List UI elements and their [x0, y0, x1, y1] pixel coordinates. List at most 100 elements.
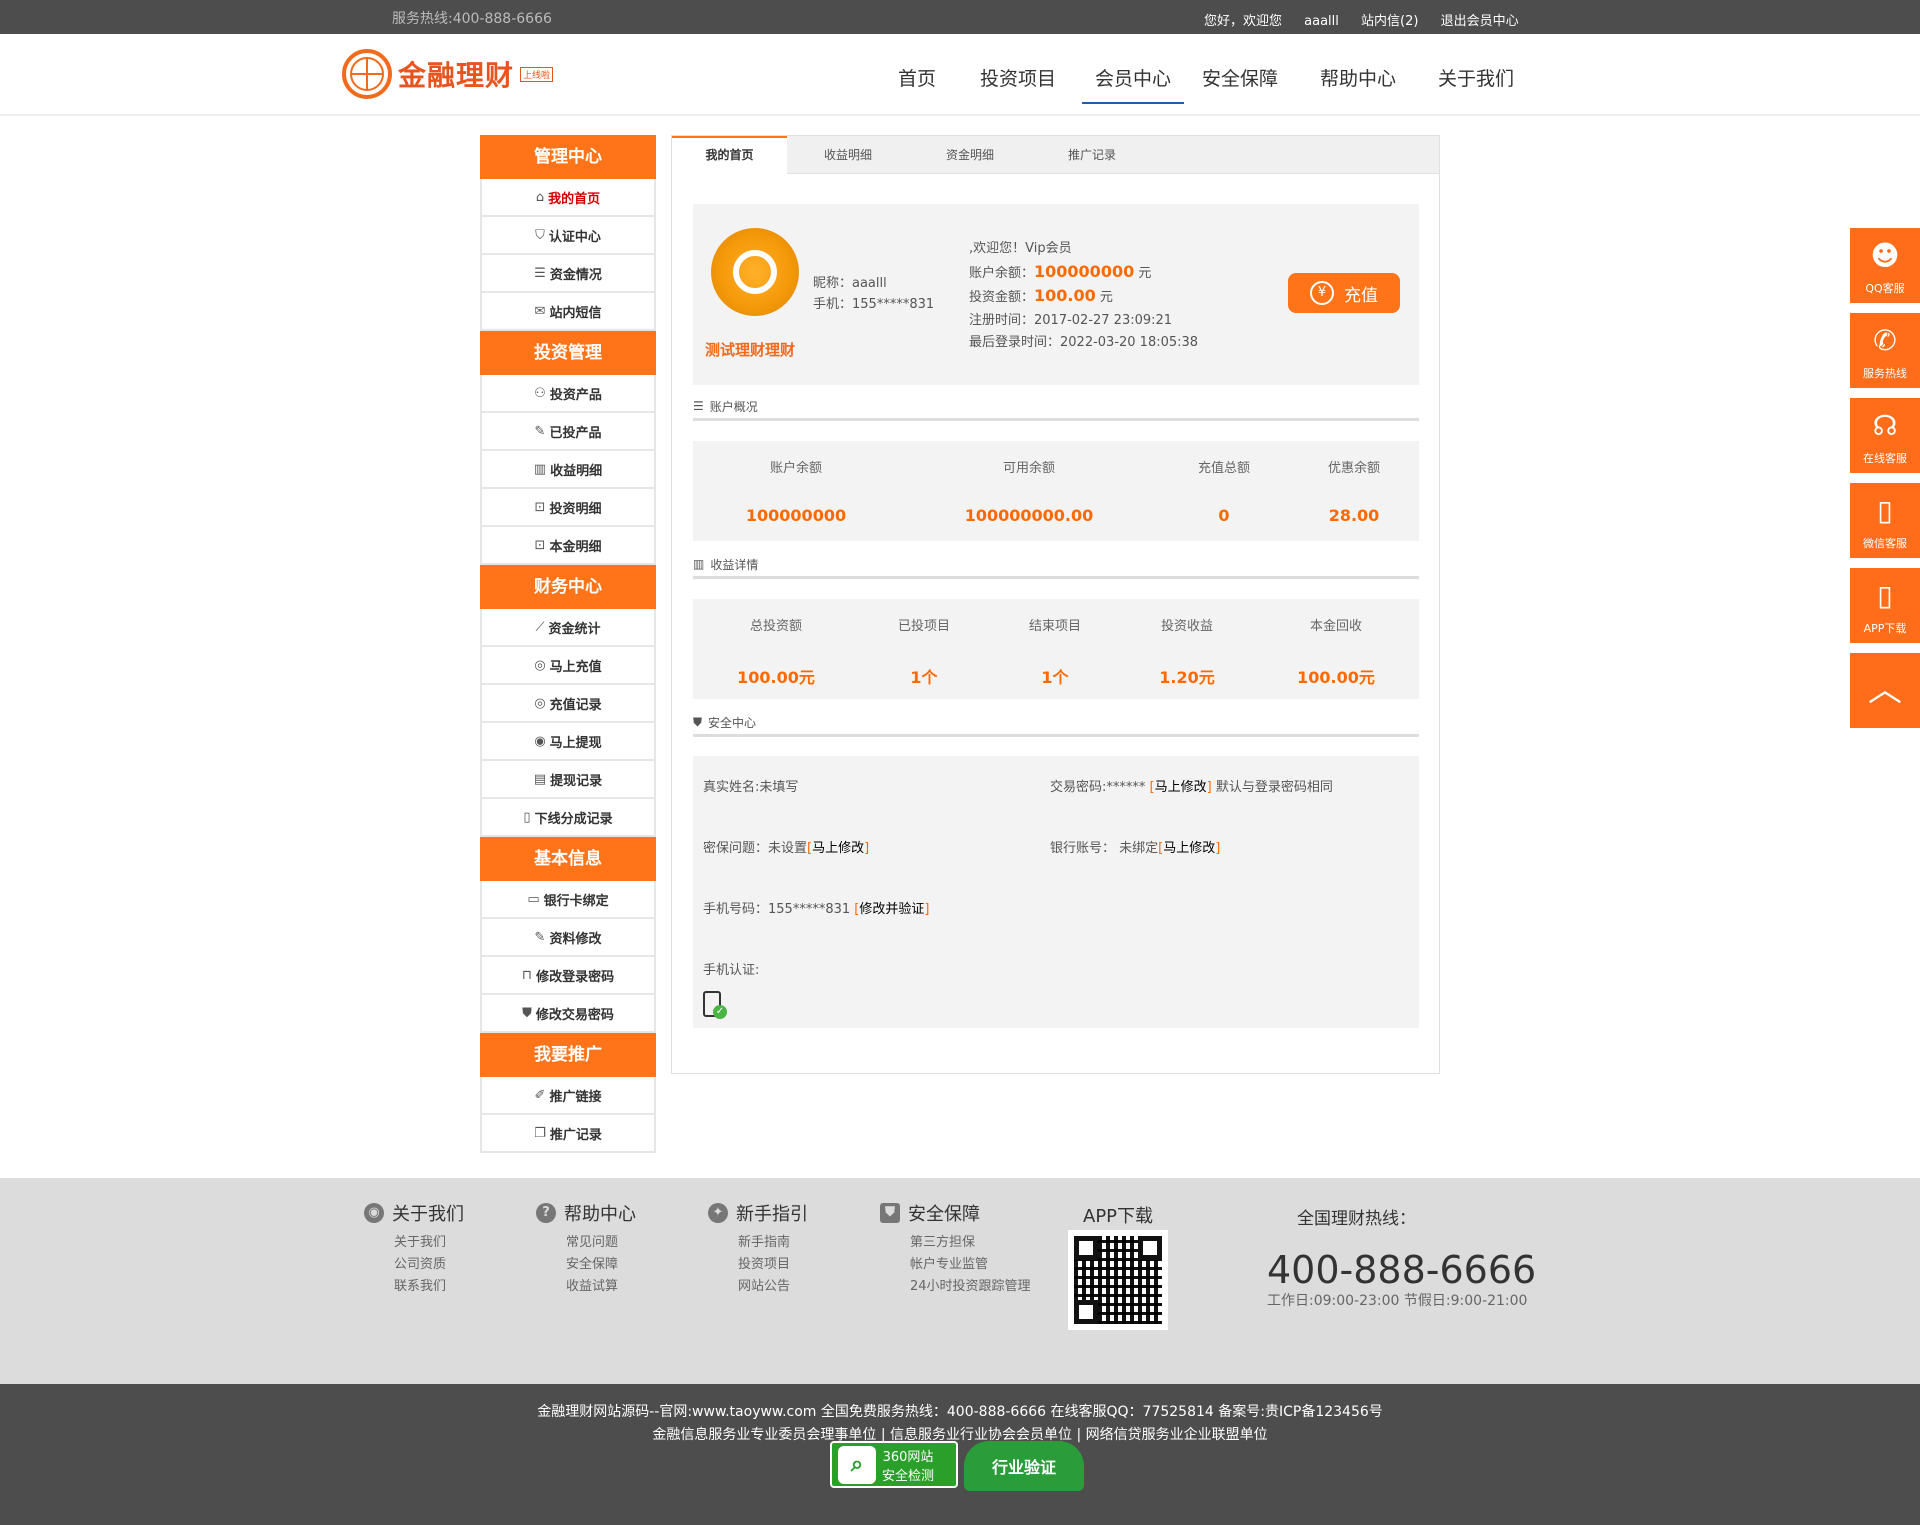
card-icon: ▭	[527, 891, 540, 907]
sidebar-item-promo-link[interactable]: ✐ 推广链接	[480, 1077, 656, 1115]
question-edit-link[interactable]: 马上修改	[812, 841, 864, 856]
sidebar-item-label: 推广链接	[549, 1089, 602, 1105]
float-wechat[interactable]: ▯ 微信客服	[1850, 483, 1920, 558]
sidebar-item-earnings[interactable]: ▥ 收益明细	[480, 451, 656, 489]
balance-label: 账户余额：	[969, 265, 1035, 281]
bank-row: 银行账号： 未绑定[马上修改]	[1050, 841, 1221, 856]
record-icon: ◎	[534, 695, 546, 711]
float-hotline[interactable]: ✆ 服务热线	[1850, 313, 1920, 388]
stat-value: 1个	[910, 668, 938, 687]
tab-promotion[interactable]: 推广记录	[1031, 136, 1153, 173]
tab-earnings[interactable]: 收益明细	[787, 136, 909, 173]
footer-link[interactable]: 投资项目	[738, 1254, 808, 1276]
bank-edit-link[interactable]: 马上修改	[1163, 841, 1215, 856]
tab-home[interactable]: 我的首页	[672, 136, 787, 174]
recharge-button[interactable]: ¥ 充值	[1288, 273, 1400, 313]
footer-col-head: ◉ 关于我们	[364, 1200, 464, 1226]
mobile-icon: ▯	[1877, 579, 1893, 612]
certification-badges: ⌕ 360网站 安全检测 行业验证	[830, 1441, 1084, 1491]
phone-edit-link[interactable]: 修改并验证	[859, 902, 924, 917]
sidebar-item-label: 资金统计	[548, 621, 601, 637]
footer-link[interactable]: 公司资质	[394, 1254, 464, 1276]
stat-col: 本金回收 100.00元	[1253, 599, 1419, 699]
nav-security[interactable]: 安全保障	[1200, 64, 1280, 104]
sidebar-item-withdraw[interactable]: ◉ 马上提现	[480, 723, 656, 761]
sidebar-item-label: 充值记录	[549, 697, 602, 713]
footer-link[interactable]: 新手指南	[738, 1232, 808, 1254]
float-label: APP下载	[1863, 622, 1907, 635]
logout-link[interactable]: 退出会员中心	[1441, 14, 1519, 29]
logo-text: 金融理财	[398, 59, 515, 92]
tab-funds[interactable]: 资金明细	[909, 136, 1031, 173]
stat-label: 结束项目	[1028, 619, 1081, 634]
sidebar-item-products[interactable]: ⚇ 投资产品	[480, 375, 656, 413]
sidebar-item-bank[interactable]: ▭ 银行卡绑定	[480, 881, 656, 919]
sidebar-item-profile[interactable]: ✎ 资料修改	[480, 919, 656, 957]
question-icon: ?	[536, 1203, 556, 1223]
sidebar-item-funds[interactable]: ☰ 资金情况	[480, 255, 656, 293]
bar-chart-icon: ▥	[693, 557, 705, 571]
footer-col-head: ? 帮助中心	[536, 1200, 636, 1226]
link-icon: ✐	[534, 1087, 546, 1103]
sidebar-item-recharge[interactable]: ◎ 马上充值	[480, 647, 656, 685]
stat-value: 28.00	[1328, 506, 1380, 525]
doc-icon: ▤	[533, 771, 547, 787]
sidebar-item-label: 本金明细	[549, 539, 602, 555]
footer-link[interactable]: 关于我们	[394, 1232, 464, 1254]
sidebar-item-trade-pwd[interactable]: ⛊ 修改交易密码	[480, 995, 656, 1033]
nav-help[interactable]: 帮助中心	[1318, 64, 1398, 104]
sidebar-item-certification[interactable]: ⛉ 认证中心	[480, 217, 656, 255]
float-app[interactable]: ▯ APP下载	[1850, 568, 1920, 643]
sidebar-item-login-pwd[interactable]: ⊓ 修改登录密码	[480, 957, 656, 995]
float-label: 微信客服	[1863, 537, 1907, 550]
sidebar-item-recharge-log[interactable]: ◎ 充值记录	[480, 685, 656, 723]
question-text: 密保问题：未设置	[703, 841, 808, 856]
badge-360-security[interactable]: ⌕ 360网站 安全检测	[830, 1441, 958, 1488]
badge-text: 行业验证	[991, 1458, 1056, 1477]
app-download-title: APP下载	[1083, 1206, 1154, 1227]
sidebar-item-promo-log[interactable]: ❐ 推广记录	[480, 1115, 656, 1153]
footer-link[interactable]: 网站公告	[738, 1276, 808, 1298]
display-name: 测试理财理财	[705, 341, 796, 359]
sidebar-item-label: 站内短信	[549, 305, 602, 321]
badge-text: 安全检测	[882, 1468, 935, 1484]
footer-link[interactable]: 24小时投资跟踪管理	[910, 1276, 1031, 1298]
recharge-label: 充值	[1344, 285, 1378, 306]
main-nav: 首页 投资项目 会员中心 安全保障 帮助中心 关于我们	[888, 64, 1516, 104]
sidebar-item-label: 马上提现	[549, 735, 602, 751]
header: 金融理财 上线啦 首页 投资项目 会员中心 安全保障 帮助中心 关于我们	[0, 34, 1920, 116]
security-title: ⛊ 安全中心	[693, 710, 1419, 737]
footer-link[interactable]: 联系我们	[394, 1276, 464, 1298]
stat-label: 充值总额	[1197, 461, 1250, 476]
footer-link[interactable]: 帐户专业监管	[910, 1254, 1031, 1276]
footer-link[interactable]: 第三方担保	[910, 1232, 1031, 1254]
sidebar-item-home[interactable]: ⌂ 我的首页	[480, 179, 656, 217]
sidebar-item-invest-detail[interactable]: ⊡ 投资明细	[480, 489, 656, 527]
sidebar-item-commission[interactable]: ▯ 下线分成记录	[480, 799, 656, 837]
nav-invest[interactable]: 投资项目	[978, 64, 1058, 104]
unit: 元	[1099, 290, 1113, 305]
footer-link[interactable]: 收益试算	[566, 1276, 636, 1298]
logo[interactable]: 金融理财 上线啦	[342, 48, 554, 100]
nav-home[interactable]: 首页	[888, 64, 946, 104]
sidebar-item-stats[interactable]: ⟋ 资金统计	[480, 609, 656, 647]
footer-link[interactable]: 常见问题	[566, 1232, 636, 1254]
footer-link[interactable]: 安全保障	[566, 1254, 636, 1276]
service-hours: 工作日:09:00-23:00 节假日:9:00-21:00	[1267, 1293, 1528, 1309]
sidebar-group-title: 财务中心	[480, 565, 656, 609]
nav-member[interactable]: 会员中心	[1082, 64, 1184, 104]
nav-about[interactable]: 关于我们	[1436, 64, 1516, 104]
float-qq[interactable]: ☻ QQ客服	[1850, 228, 1920, 303]
back-to-top-button[interactable]: ︿	[1850, 653, 1920, 728]
trade-pwd-edit-link[interactable]: 马上修改	[1155, 780, 1207, 795]
sidebar-item-invested[interactable]: ✎ 已投产品	[480, 413, 656, 451]
float-online[interactable]: ☊ 在线客服	[1850, 398, 1920, 473]
sidebar-item-principal[interactable]: ⊡ 本金明细	[480, 527, 656, 565]
username-link[interactable]: aaalll	[1304, 14, 1339, 29]
footer-col-title: 安全保障	[908, 1204, 980, 1225]
sidebar-item-messages[interactable]: ✉ 站内短信	[480, 293, 656, 331]
badge-industry-verified[interactable]: 行业验证	[964, 1441, 1084, 1491]
sidebar-item-withdraw-log[interactable]: ▤ 提现记录	[480, 761, 656, 799]
messages-link[interactable]: 站内信(2)	[1361, 14, 1418, 29]
trade-pwd-row: 交易密码:****** [马上修改] 默认与登录密码相同	[1050, 780, 1333, 795]
